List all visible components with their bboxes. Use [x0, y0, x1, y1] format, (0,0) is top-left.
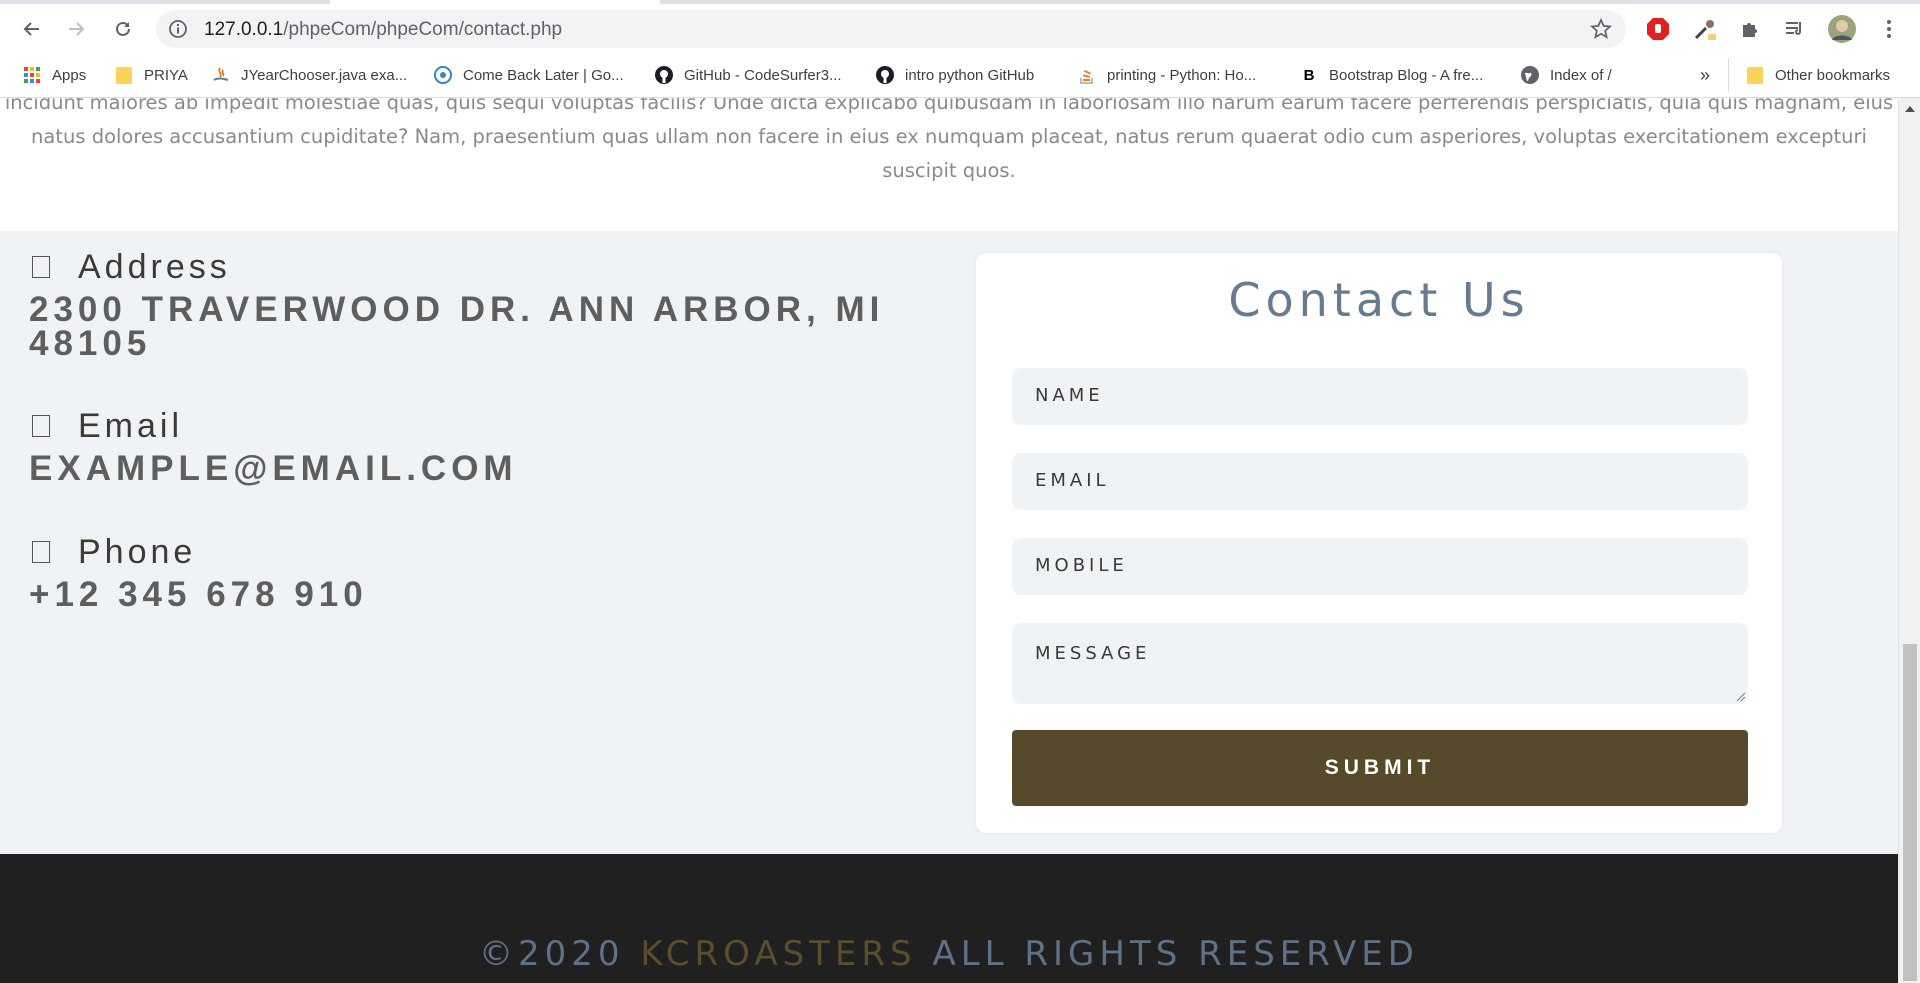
site-footer: ©2020 KCROASTERS ALL RIGHTS RESERVED [0, 854, 1898, 983]
atom-icon [433, 65, 453, 85]
bookmark-other-bookmarks[interactable]: Other bookmarks [1745, 63, 1890, 87]
rights-text: ALL RIGHTS RESERVED [932, 934, 1419, 974]
scroll-up-arrow-icon[interactable] [1905, 106, 1915, 112]
address-label: Address [78, 247, 231, 286]
phone-block: Phone +12 345 678 910 [29, 532, 929, 614]
phone-icon [32, 541, 50, 563]
active-tab-edge[interactable] [330, 0, 660, 4]
map-marker-icon [32, 256, 50, 278]
phone-heading: Phone [29, 532, 929, 572]
tab-strip [0, 0, 1920, 4]
contact-form-card: Contact Us NAME EMAIL MOBILE MESSAGE SUB… [976, 253, 1782, 833]
arrow-left-icon [23, 22, 39, 36]
bookmark-label: PRIYA [144, 66, 188, 84]
bookmark-printing-python[interactable]: printing - Python: Ho... [1077, 63, 1256, 87]
bookmark-index-of[interactable]: Index of / [1520, 63, 1612, 87]
bookmarks-overflow-button[interactable]: » [1700, 63, 1710, 87]
address-heading: Address [29, 247, 929, 287]
email-placeholder: EMAIL [1035, 470, 1110, 491]
apps-grid-icon [22, 65, 42, 85]
page-viewport: incidunt maiores ab impedit molestiae qu… [0, 98, 1898, 983]
bookmark-bootstrap-blog[interactable]: B Bootstrap Blog - A fre... [1299, 63, 1484, 87]
forward-button[interactable] [58, 11, 94, 47]
arrow-right-icon [69, 22, 85, 36]
github-icon [875, 65, 895, 85]
copyright-text: ©2020 KCROASTERS ALL RIGHTS RESERVED [0, 934, 1898, 974]
url-text[interactable]: 127.0.0.1/phpeCom/phpeCom/contact.php [204, 19, 562, 41]
email-label: Email [78, 406, 184, 445]
adblock-extension-icon[interactable] [1641, 12, 1675, 46]
bookmark-label: Index of / [1550, 66, 1612, 84]
bookmark-label: Other bookmarks [1775, 66, 1891, 84]
folder-icon [114, 65, 134, 85]
footer-brand: KCROASTERS [640, 934, 917, 974]
phone-label: Phone [78, 532, 197, 571]
browser-chrome: 127.0.0.1/phpeCom/phpeCom/contact.php Ap… [0, 0, 1920, 98]
bookmark-github-codesurfer[interactable]: GitHub - CodeSurfer3... [654, 63, 842, 87]
vertical-scrollbar[interactable] [1898, 98, 1920, 983]
intro-paragraph: incidunt maiores ab impedit molestiae qu… [4, 98, 1894, 182]
menu-kebab-icon[interactable] [1872, 12, 1906, 46]
bookmark-label: GitHub - CodeSurfer3... [684, 66, 842, 84]
stackoverflow-icon [1077, 65, 1097, 85]
bookmark-label: Bootstrap Blog - A fre... [1329, 66, 1484, 84]
mobile-input[interactable]: MOBILE [1012, 538, 1748, 595]
mobile-placeholder: MOBILE [1035, 555, 1128, 576]
bookmark-label: JYearChooser.java exa... [241, 66, 408, 84]
scrollbar-thumb[interactable] [1903, 644, 1917, 981]
email-heading: Email [29, 406, 929, 446]
overflow-chevron-label: » [1700, 64, 1711, 85]
message-placeholder: MESSAGE [1035, 643, 1151, 664]
extensions-puzzle-icon[interactable] [1733, 12, 1767, 46]
bookmarks-divider [1728, 58, 1729, 92]
contact-section: Address 2300 Traverwood Dr. Ann Arbor, M… [0, 231, 1898, 854]
java-icon [211, 65, 231, 85]
submit-button[interactable]: SUBMIT [1012, 730, 1748, 806]
bookmark-star-icon[interactable] [1589, 17, 1613, 45]
reload-icon [116, 21, 130, 36]
bookmark-jyearchooser[interactable]: JYearChooser.java exa... [211, 63, 407, 87]
github-icon [654, 65, 674, 85]
url-host: 127.0.0.1 [204, 19, 284, 40]
intro-section: incidunt maiores ab impedit molestiae qu… [0, 98, 1898, 231]
resize-handle-icon[interactable] [1734, 690, 1746, 702]
message-textarea[interactable]: MESSAGE [1012, 623, 1748, 704]
bookmark-label: Apps [52, 66, 87, 84]
address-value: 2300 Traverwood Dr. Ann Arbor, MI 48105 [29, 290, 885, 363]
media-queue-icon[interactable] [1778, 12, 1812, 46]
address-bar[interactable]: 127.0.0.1/phpeCom/phpeCom/contact.php [156, 10, 1626, 48]
copyright-year: ©2020 [479, 934, 625, 974]
phone-value: +12 345 678 910 [29, 575, 368, 614]
back-button[interactable] [14, 11, 50, 47]
profile-avatar[interactable] [1825, 12, 1859, 46]
url-path: /phpeCom/phpeCom/contact.php [283, 19, 563, 40]
address-block: Address 2300 Traverwood Dr. Ann Arbor, M… [29, 247, 929, 363]
bookmark-label: intro python GitHub [905, 66, 1035, 84]
email-input[interactable]: EMAIL [1012, 453, 1748, 510]
folder-icon [1745, 65, 1765, 85]
bookmark-intro-python[interactable]: intro python GitHub [875, 63, 1034, 87]
bookmark-label: Come Back Later | Go... [463, 66, 624, 84]
reload-button[interactable] [105, 11, 141, 47]
bookmark-apps[interactable]: Apps [22, 63, 86, 87]
bookmarks-bar: Apps PRIYA JYearChooser.java exa... Come… [0, 58, 1920, 92]
name-placeholder: NAME [1035, 385, 1104, 406]
bookmark-label: printing - Python: Ho... [1107, 66, 1257, 84]
email-block: Email example@email.com [29, 406, 929, 488]
contact-form-title: Contact Us [1228, 273, 1530, 327]
envelope-icon [32, 415, 50, 437]
bold-b-icon: B [1303, 66, 1315, 84]
info-icon[interactable] [168, 19, 188, 44]
bookmark-priya[interactable]: PRIYA [114, 63, 188, 87]
name-input[interactable]: NAME [1012, 368, 1748, 425]
eyedropper-extension-icon[interactable] [1688, 12, 1722, 46]
email-value: example@email.com [29, 449, 518, 488]
bookmark-come-back-later[interactable]: Come Back Later | Go... [433, 63, 624, 87]
globe-icon [1520, 65, 1540, 85]
